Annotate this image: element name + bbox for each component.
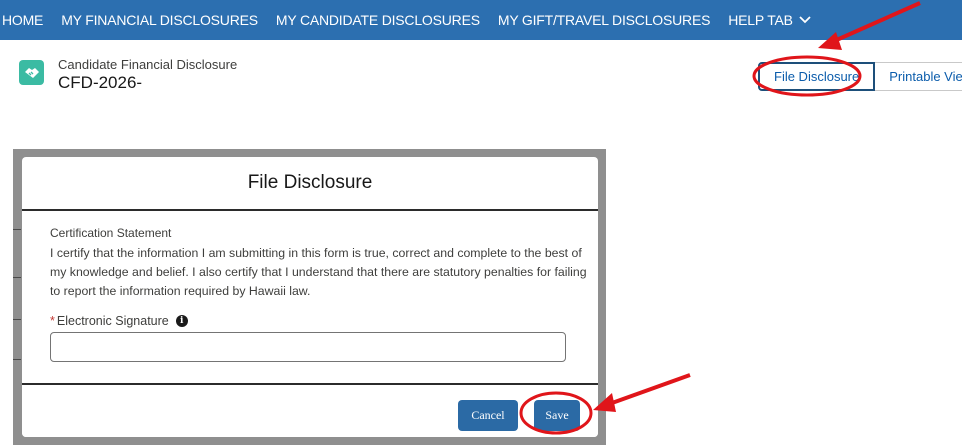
modal-body: Certification Statement I certify that t… <box>22 211 598 362</box>
backdrop-divider <box>13 359 21 360</box>
electronic-signature-input[interactable] <box>50 332 566 362</box>
record-actions: File Disclosure Printable View <box>758 62 962 91</box>
nav-my-gift-travel-disclosures[interactable]: MY GIFT/TRAVEL DISCLOSURES <box>489 0 719 40</box>
file-disclosure-modal: File Disclosure Certification Statement … <box>22 157 598 437</box>
save-button[interactable]: Save <box>534 400 580 431</box>
nav-home[interactable]: HOME <box>0 0 52 40</box>
chevron-down-icon <box>799 16 811 24</box>
cancel-button[interactable]: Cancel <box>458 400 518 431</box>
certification-title: Certification Statement <box>50 226 172 240</box>
file-disclosure-button[interactable]: File Disclosure <box>758 62 876 91</box>
signature-label-text: Electronic Signature <box>56 314 169 328</box>
backdrop-divider <box>13 277 21 278</box>
certification-text: I certify that the information I am subm… <box>50 246 587 298</box>
backdrop-divider <box>13 229 21 230</box>
arrow-to-save <box>611 373 691 405</box>
modal-header: File Disclosure <box>22 157 598 211</box>
handshake-icon <box>19 60 44 85</box>
printable-view-button[interactable]: Printable View <box>875 62 962 91</box>
modal-footer: Cancel Save <box>22 383 598 437</box>
modal-title: File Disclosure <box>247 172 373 193</box>
record-type-label: Candidate Financial Disclosure <box>58 57 238 72</box>
signature-label: * Electronic Signature i <box>50 314 570 328</box>
info-icon[interactable]: i <box>175 315 188 327</box>
top-navigation: HOME MY FINANCIAL DISCLOSURES MY CANDIDA… <box>0 0 962 40</box>
nav-help-tab[interactable]: HELP TAB <box>719 0 820 40</box>
backdrop-divider <box>13 319 21 320</box>
nav-my-financial-disclosures[interactable]: MY FINANCIAL DISCLOSURES <box>52 0 267 40</box>
required-marker: * <box>50 314 55 328</box>
nav-my-candidate-disclosures[interactable]: MY CANDIDATE DISCLOSURES <box>267 0 489 40</box>
record-name: CFD-2026- <box>58 73 143 92</box>
